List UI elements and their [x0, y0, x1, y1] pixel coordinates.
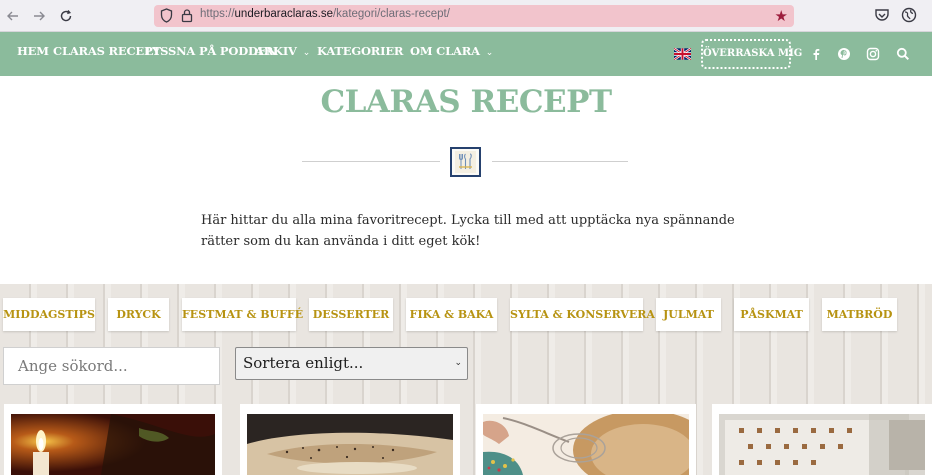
nav-item-arkiv[interactable]: ARKIV ⌄	[255, 44, 310, 58]
browser-toolbar: https://underbaraclaras.se/kategori/clar…	[0, 0, 932, 32]
chevron-down-icon: ⌄	[454, 358, 462, 368]
star-icon[interactable]: ★	[775, 7, 788, 25]
chevron-down-icon: ⌄	[485, 48, 494, 58]
category-button-festmat-buffe[interactable]: FESTMAT & BUFFÉ	[182, 298, 303, 331]
uk-flag-icon[interactable]	[674, 48, 691, 60]
nav-item-kategorier[interactable]: KATEGORIER ⌄	[317, 44, 417, 58]
sort-selected-label: Sortera enligt...	[243, 354, 364, 372]
surprise-me-button[interactable]: ÖVERRASKA MIG	[701, 39, 802, 69]
search-input[interactable]: Ange sökord...	[3, 347, 220, 385]
lock-icon[interactable]	[181, 8, 195, 24]
reload-icon	[60, 10, 72, 22]
recipe-card[interactable]	[240, 404, 460, 475]
instagram-icon[interactable]	[866, 46, 882, 62]
intro-text: Här hittar du alla mina favoritrecept. L…	[201, 213, 735, 249]
category-button-desserter[interactable]: DESSERTER	[309, 298, 393, 331]
url-text[interactable]: https://underbaraclaras.se/kategori/clar…	[200, 8, 450, 20]
category-button-fika-baka[interactable]: FIKA & BAKA	[406, 298, 497, 331]
arrow-left-icon	[7, 11, 18, 21]
arrow-right-icon	[34, 11, 45, 21]
divider-right	[492, 161, 628, 162]
pocket-icon[interactable]	[874, 7, 892, 25]
shield-icon[interactable]	[160, 8, 174, 24]
forward-button[interactable]	[29, 6, 49, 26]
divider-left	[302, 161, 440, 162]
nav-label: HEM	[17, 44, 49, 58]
url-prefix: https://	[200, 8, 235, 20]
recipe-card[interactable]	[476, 404, 696, 475]
recipe-image-dessert	[719, 414, 925, 475]
recipe-image-bread	[247, 414, 453, 475]
category-button-dryck[interactable]: DRYCK	[108, 298, 169, 331]
nav-label: ARKIV	[255, 44, 297, 58]
globe-icon[interactable]	[901, 7, 919, 25]
category-button-middagstips[interactable]: MIDDAGSTIPS	[3, 298, 95, 331]
sort-select[interactable]: Sortera enligt... ⌄	[235, 347, 468, 380]
facebook-icon[interactable]	[809, 46, 825, 62]
recipe-image-whisking	[483, 414, 689, 475]
nav-label: KATEGORIER	[317, 44, 404, 58]
nav-label: OM CLARA	[410, 44, 480, 58]
category-button-julmat[interactable]: JULMAT	[656, 298, 721, 331]
chevron-down-icon: ⌄	[302, 48, 311, 58]
pinterest-icon[interactable]	[837, 46, 853, 62]
url-path: /kategori/claras-recept/	[332, 8, 450, 20]
page-title: CLARAS RECEPT	[320, 84, 612, 120]
address-bar[interactable]: https://underbaraclaras.se/kategori/clar…	[154, 5, 794, 27]
cutlery-emblem-icon	[450, 147, 481, 177]
category-button-sylta-konservera[interactable]: SYLTA & KONSERVERA	[510, 298, 655, 331]
recipe-image-candle	[11, 414, 215, 475]
recipe-card[interactable]	[712, 404, 932, 475]
search-icon[interactable]	[896, 46, 912, 62]
nav-item-om-clara[interactable]: OM CLARA ⌄	[410, 44, 493, 58]
category-button-matbrod[interactable]: MATBRÖD	[822, 298, 897, 331]
site-navigation: HEM CLARAS RECEPT LYSSNA PÅ PODDEN ARKIV…	[0, 32, 932, 76]
reload-button[interactable]	[56, 6, 76, 26]
url-domain: underbaraclaras.se	[234, 8, 333, 20]
back-button[interactable]	[3, 6, 23, 26]
nav-item-hem[interactable]: HEM	[17, 44, 49, 58]
category-button-paskmat[interactable]: PÅSKMAT	[734, 298, 809, 331]
recipe-card[interactable]	[4, 404, 222, 475]
